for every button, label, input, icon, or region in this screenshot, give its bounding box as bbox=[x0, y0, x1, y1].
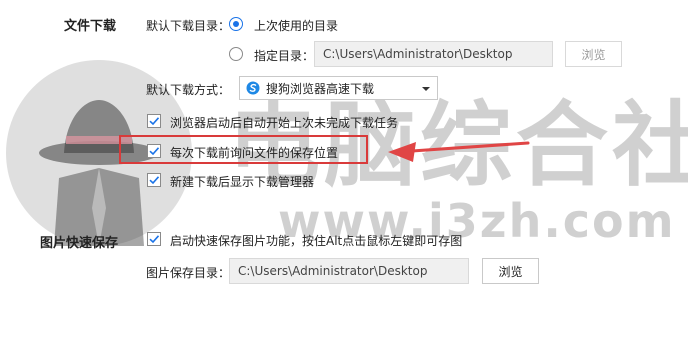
check-show-download-manager[interactable] bbox=[147, 173, 161, 187]
sogou-browser-icon bbox=[246, 81, 260, 95]
default-dir-label: 默认下载目录： bbox=[146, 19, 231, 33]
highlight-box bbox=[119, 135, 368, 164]
download-method-label: 默认下载方式： bbox=[146, 83, 231, 97]
radio-specified-label: 指定目录： bbox=[254, 49, 315, 63]
image-dir-label: 图片保存目录： bbox=[146, 266, 231, 280]
browse-button-download[interactable]: 浏览 bbox=[565, 41, 622, 67]
download-section-title: 文件下载 bbox=[64, 19, 117, 34]
check-resume-downloads[interactable] bbox=[147, 114, 161, 128]
check-quick-save-image-label: 启动快速保存图片功能，按住Alt点击鼠标左键即可存图 bbox=[170, 234, 463, 248]
download-method-value: 搜狗浏览器高速下载 bbox=[266, 81, 375, 96]
check-show-download-manager-label: 新建下载后显示下载管理器 bbox=[170, 175, 315, 189]
checkmark-icon bbox=[149, 176, 160, 185]
annotation-arrow-icon bbox=[388, 141, 530, 162]
specified-path-field[interactable]: C:\Users\Administrator\Desktop bbox=[314, 41, 553, 67]
checkmark-icon bbox=[149, 117, 160, 126]
check-resume-downloads-label: 浏览器启动后自动开始上次未完成下载任务 bbox=[170, 116, 399, 130]
download-method-select[interactable]: 搜狗浏览器高速下载 bbox=[239, 76, 438, 100]
caret-down-icon bbox=[421, 83, 431, 93]
radio-last-used-label: 上次使用的目录 bbox=[254, 19, 339, 33]
image-save-section-title: 图片快速保存 bbox=[40, 236, 119, 251]
check-quick-save-image[interactable] bbox=[147, 232, 161, 246]
radio-specified[interactable] bbox=[229, 47, 243, 61]
radio-last-used[interactable] bbox=[229, 17, 243, 31]
checkmark-icon bbox=[149, 235, 160, 244]
image-path-field[interactable]: C:\Users\Administrator\Desktop bbox=[229, 258, 469, 284]
browse-button-image[interactable]: 浏览 bbox=[482, 258, 539, 284]
